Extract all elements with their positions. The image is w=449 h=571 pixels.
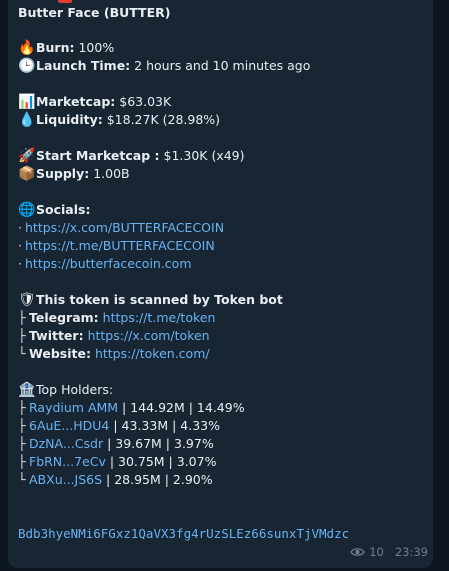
eye-icon bbox=[350, 545, 365, 561]
scanned-website-row: └ Website: https://token.com/ bbox=[18, 346, 210, 361]
reply-marker bbox=[58, 0, 72, 3]
chart-icon: 📊 bbox=[18, 94, 36, 110]
holder-link[interactable]: Raydium AMM bbox=[29, 400, 118, 415]
scanned-telegram-row: ├ Telegram: https://t.me/token bbox=[18, 310, 216, 325]
holders-heading: 🏦Top Holders: bbox=[18, 382, 114, 398]
holder-row: └ ABXu...JS6S | 28.95M | 2.90% bbox=[18, 472, 213, 487]
holder-row: ├ FbRN...7eCv | 30.75M | 3.07% bbox=[18, 454, 217, 469]
holder-link[interactable]: 6AuE...HDU4 bbox=[29, 418, 109, 433]
supply-row: 📦Supply: 1.00B bbox=[18, 166, 130, 182]
droplet-icon: 💧 bbox=[18, 112, 36, 128]
social-link-row: · https://x.com/BUTTERFACECOIN bbox=[18, 219, 224, 237]
holder-link[interactable]: DzNA...Csdr bbox=[29, 436, 103, 451]
marketcap-row: 📊Marketcap: $63.03K bbox=[18, 94, 172, 110]
liquidity-row: 💧Liquidity: $18.27K (28.98%) bbox=[18, 112, 221, 128]
message-meta: 10 23:39 bbox=[350, 544, 428, 561]
scanned-twitter-link[interactable]: https://x.com/token bbox=[88, 328, 210, 343]
rocket-icon: 🚀 bbox=[18, 148, 36, 164]
start-marketcap-row: 🚀Start Marketcap : $1.30K (x49) bbox=[18, 148, 245, 164]
token-title: Butter Face (BUTTER) bbox=[18, 5, 171, 20]
launch-time-row: 🕒Launch Time: 2 hours and 10 minutes ago bbox=[18, 58, 311, 74]
holder-row: ├ Raydium AMM | 144.92M | 14.49% bbox=[18, 400, 245, 415]
holder-row: ├ 6AuE...HDU4 | 43.33M | 4.33% bbox=[18, 418, 220, 433]
holder-row: ├ DzNA...Csdr | 39.67M | 3.97% bbox=[18, 436, 214, 451]
bullet: · bbox=[18, 238, 22, 253]
social-link-row: · https://t.me/BUTTERFACECOIN bbox=[18, 237, 215, 255]
scanned-twitter-row: ├ Twitter: https://x.com/token bbox=[18, 328, 210, 343]
social-link-telegram[interactable]: https://t.me/BUTTERFACECOIN bbox=[25, 238, 215, 253]
view-count: 10 bbox=[369, 545, 384, 559]
globe-icon: 🌐 bbox=[18, 202, 36, 218]
scanned-heading: 🛡This token is scanned by Token bot bbox=[18, 292, 283, 308]
bank-icon: 🏦 bbox=[18, 382, 36, 398]
clock-icon: 🕒 bbox=[18, 58, 36, 74]
fire-icon: 🔥 bbox=[18, 40, 36, 56]
scanned-website-link[interactable]: https://token.com/ bbox=[95, 346, 210, 361]
burn-row: 🔥Burn: 100% bbox=[18, 40, 115, 56]
socials-heading: 🌐Socials: bbox=[18, 202, 91, 218]
bullet: · bbox=[18, 256, 22, 271]
scrollbar[interactable] bbox=[442, 0, 446, 571]
contract-address[interactable]: Bdb3hyeNMi6FGxz1QaVX3fg4rUzSLEz66sunxTjV… bbox=[18, 525, 349, 543]
social-link-website[interactable]: https://butterfacecoin.com bbox=[25, 256, 192, 271]
holder-link[interactable]: ABXu...JS6S bbox=[29, 472, 102, 487]
scanned-telegram-link[interactable]: https://t.me/token bbox=[103, 310, 216, 325]
shield-icon: 🛡 bbox=[18, 292, 36, 308]
social-link-row: · https://butterfacecoin.com bbox=[18, 255, 192, 273]
package-icon: 📦 bbox=[18, 166, 36, 182]
social-link-x[interactable]: https://x.com/BUTTERFACECOIN bbox=[25, 220, 224, 235]
holder-link[interactable]: FbRN...7eCv bbox=[29, 454, 106, 469]
message-time: 23:39 bbox=[394, 545, 428, 559]
bullet: · bbox=[18, 220, 22, 235]
